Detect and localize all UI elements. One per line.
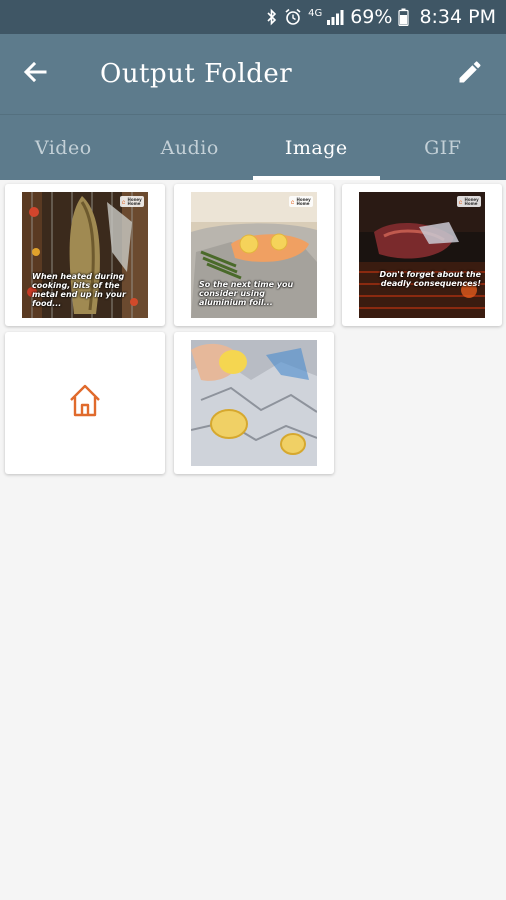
image-thumbnail: Honey Home Don't forget about the deadly… <box>359 192 485 318</box>
network-type-label: 4G <box>308 7 323 19</box>
pencil-icon <box>456 58 484 90</box>
edit-button[interactable] <box>448 52 492 96</box>
alarm-icon <box>284 8 302 26</box>
brand-label: Honey Home <box>464 196 479 206</box>
image-thumbnail: Honey Home So the next time you consider… <box>191 192 317 318</box>
brand-label: Honey Home <box>127 196 142 206</box>
bluetooth-icon <box>266 8 278 26</box>
clock: 8:34 PM <box>419 6 496 28</box>
brand-badge: Honey Home <box>120 196 144 207</box>
tab-video[interactable]: Video <box>0 115 127 180</box>
home-icon <box>66 382 104 424</box>
image-caption: When heated during cooking, bits of the … <box>32 272 126 308</box>
battery-percent: 69% <box>350 6 393 28</box>
tab-audio[interactable]: Audio <box>127 115 254 180</box>
back-button[interactable] <box>0 34 70 114</box>
image-thumbnail: Honey Home When heated during cooking, b… <box>22 192 148 318</box>
brand-badge: Honey Home <box>457 196 481 207</box>
image-caption: So the next time you consider using alum… <box>199 280 294 307</box>
image-item[interactable] <box>5 332 165 474</box>
signal-icon <box>326 9 344 25</box>
image-item[interactable]: Honey Home When heated during cooking, b… <box>5 184 165 326</box>
page-title: Output Folder <box>100 59 293 89</box>
battery-icon <box>398 8 410 26</box>
status-bar: 4G 69% 8:34 PM <box>0 0 506 34</box>
brand-label: Honey Home <box>296 196 311 206</box>
image-thumbnail <box>191 340 317 466</box>
tab-gif[interactable]: GIF <box>380 115 506 180</box>
image-item[interactable]: Honey Home Don't forget about the deadly… <box>342 184 502 326</box>
image-item[interactable] <box>174 332 334 474</box>
tab-image[interactable]: Image <box>253 115 380 180</box>
image-caption: Don't forget about the deadly consequenc… <box>379 270 481 288</box>
image-item[interactable]: Honey Home So the next time you consider… <box>174 184 334 326</box>
app-bar: Output Folder <box>0 34 506 114</box>
media-type-tabs: Video Audio Image GIF <box>0 114 506 180</box>
brand-badge: Honey Home <box>289 196 313 207</box>
arrow-left-icon <box>22 59 48 89</box>
